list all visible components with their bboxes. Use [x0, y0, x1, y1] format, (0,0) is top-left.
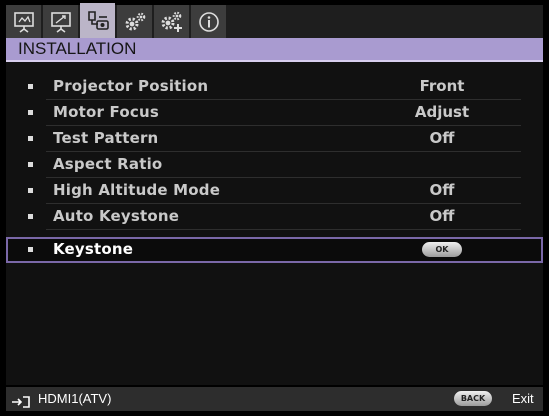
tab-installation[interactable] [80, 3, 115, 38]
bullet [28, 110, 33, 115]
installation-icon [85, 8, 111, 34]
bullet [28, 188, 33, 193]
menu-item-projector-position[interactable]: Projector Position Front [6, 74, 543, 100]
page-title: INSTALLATION [18, 39, 137, 58]
menu-item-label: High Altitude Mode [53, 181, 221, 199]
menu-item-label: Auto Keystone [53, 207, 180, 225]
bullet [28, 214, 33, 219]
bullet [28, 247, 33, 252]
menu-item-keystone[interactable]: Keystone OK [6, 237, 543, 263]
menu-item-auto-keystone[interactable]: Auto Keystone Off [6, 204, 543, 230]
bullet [28, 136, 33, 141]
menu-item-label: Aspect Ratio [53, 155, 163, 173]
menu-item-motor-focus[interactable]: Motor Focus Adjust [6, 100, 543, 126]
menu-tab-bar [6, 3, 543, 38]
menu-item-value: Off [429, 207, 455, 225]
back-button[interactable]: BACK [454, 391, 492, 406]
information-icon [197, 10, 221, 34]
bullet [28, 84, 33, 89]
menu-item-value: Front [419, 77, 465, 95]
menu-item-value: Adjust [414, 103, 470, 121]
tab-information[interactable] [191, 5, 226, 38]
menu-item-label: Test Pattern [53, 129, 159, 147]
tab-display-advanced[interactable] [43, 5, 78, 38]
ok-button[interactable]: OK [422, 242, 462, 257]
divider [46, 229, 521, 230]
input-source-icon [11, 393, 31, 412]
menu-item-test-pattern[interactable]: Test Pattern Off [6, 126, 543, 152]
menu-item-value: Off [429, 181, 455, 199]
display-picture-icon [12, 10, 36, 34]
input-source-label: HDMI1(ATV) [38, 391, 112, 406]
menu-item-label: Keystone [53, 240, 134, 258]
system-advanced-icon [159, 10, 185, 34]
menu-item-high-altitude-mode[interactable]: High Altitude Mode Off [6, 178, 543, 204]
bullet [28, 162, 33, 167]
menu-item-label: Motor Focus [53, 103, 159, 121]
menu-item-label: Projector Position [53, 77, 209, 95]
section-title-bar: INSTALLATION [6, 38, 543, 62]
system-setup-icon [122, 10, 148, 34]
tab-system-advanced[interactable] [154, 5, 189, 38]
menu-list: Projector Position Front Motor Focus Adj… [6, 62, 543, 385]
display-advanced-icon [49, 10, 73, 34]
status-bar: HDMI1(ATV) BACK Exit [6, 387, 543, 411]
menu-item-value: Off [429, 129, 455, 147]
menu-item-aspect-ratio[interactable]: Aspect Ratio [6, 152, 543, 178]
exit-label: Exit [512, 391, 534, 406]
tab-display[interactable] [6, 5, 41, 38]
tab-system-setup[interactable] [117, 5, 152, 38]
